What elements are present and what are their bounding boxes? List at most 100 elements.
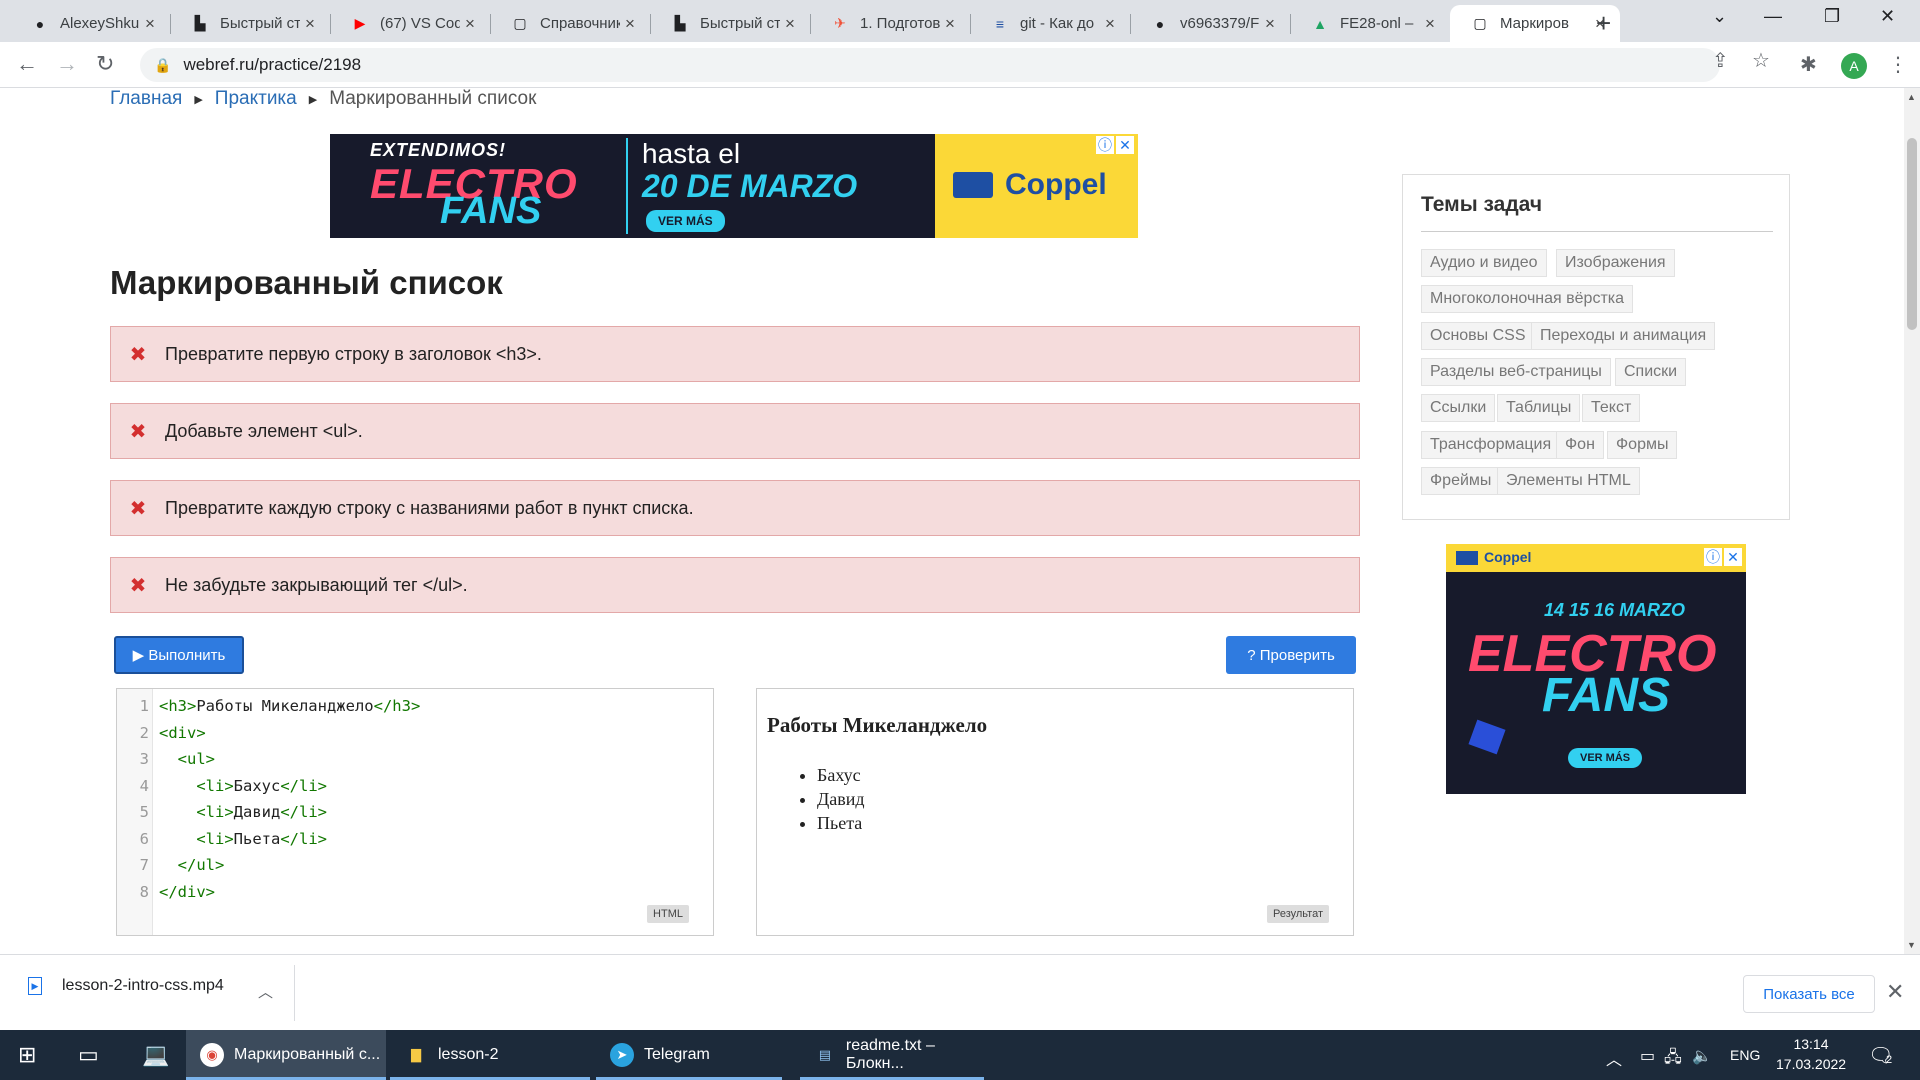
close-window-icon[interactable]: ✕ [1880,6,1895,27]
taskbar-app[interactable]: ▇ lesson-2 [390,1030,590,1080]
system-clock[interactable]: 13:14 17.03.2022 [1776,1034,1846,1074]
taskbar-app[interactable]: ◉ Маркированный с... [186,1030,386,1080]
lock-icon[interactable]: 🔒 [154,57,171,74]
download-item[interactable]: ▶ lesson-2-intro-css.mp4 [28,977,224,995]
scrollbar-thumb[interactable] [1907,138,1917,330]
run-button[interactable]: ▶ Выполнить [114,636,244,674]
code-line[interactable]: <h3>Работы Микеланджело</h3> [159,697,420,715]
topic-chip[interactable]: Фреймы [1421,466,1501,495]
back-icon[interactable]: ← [16,51,38,77]
browser-tab[interactable]: ▙ Быстрый старт× [170,5,330,42]
maximize-icon[interactable]: ❐ [1824,6,1840,27]
this-pc-icon[interactable]: 💻 [142,1042,169,1068]
ad-divider [626,138,628,234]
topic-chip[interactable]: Ссылки [1421,394,1496,423]
browser-tab[interactable]: ● AlexeyShkurko× [10,5,170,42]
share-icon[interactable]: ⇪ [1712,48,1729,73]
adchoices-icon[interactable]: ⓘ [1704,548,1722,566]
volume-icon[interactable]: 🔈 [1692,1046,1712,1066]
reload-icon[interactable]: ↻ [96,51,114,77]
adchoices-icon[interactable]: ⓘ [1096,136,1114,154]
tab-close-icon[interactable]: × [300,14,320,34]
tab-close-icon[interactable]: × [940,14,960,34]
page-scrollbar[interactable]: ▲ ▼ [1904,88,1920,954]
code-line[interactable]: <li>Пьета</li> [159,830,327,848]
browser-tab[interactable]: ▢ Маркиров × [1450,5,1620,42]
tab-close-icon[interactable]: × [1420,14,1440,34]
code-line[interactable]: <li>Бахус</li> [159,777,327,795]
extensions-icon[interactable]: ✱ [1800,52,1817,77]
breadcrumb-home-link[interactable]: Главная [110,88,182,110]
topic-chip[interactable]: Формы [1607,430,1678,459]
topic-chip[interactable]: Текст [1582,394,1641,423]
breadcrumb-practice-link[interactable]: Практика [215,88,297,110]
taskbar-app[interactable]: ▤ readme.txt – Блокн... [800,1030,984,1080]
topic-chip[interactable]: Элементы HTML [1497,466,1640,495]
editor-language-badge: HTML [647,905,689,923]
battery-icon[interactable]: ▭ [1640,1046,1655,1066]
ad-cta-button[interactable]: VER MÁS [646,210,725,232]
topic-chip[interactable]: Переходы и анимация [1531,321,1716,350]
browser-tab[interactable]: ▢ Справочник × [490,5,650,42]
show-all-downloads-button[interactable]: Показать все [1743,975,1875,1013]
ad-close-icon[interactable]: ✕ [1724,548,1742,566]
menu-kebab-icon[interactable]: ⋮ [1888,52,1908,77]
telegram-icon: ➤ [610,1043,634,1067]
tab-close-icon[interactable]: × [620,14,640,34]
task-view-icon[interactable]: ▭ [78,1042,99,1068]
topic-chip[interactable]: Таблицы [1497,394,1581,423]
code-editor[interactable]: 1 <h3>Работы Микеланджело</h3> 2 <div> 3 <ul… [116,688,714,936]
forward-icon[interactable]: → [56,51,78,77]
minimize-icon[interactable]: — [1764,6,1782,27]
tab-search-icon[interactable]: ⌄ [1712,6,1727,27]
code-line[interactable]: <li>Давид</li> [159,803,327,821]
chevron-up-icon[interactable]: ︿ [258,981,273,1002]
language-indicator[interactable]: ENG [1730,1047,1760,1063]
topic-chip[interactable]: Списки [1615,357,1687,386]
scroll-up-icon[interactable]: ▲ [1907,92,1916,102]
line-number: 6 [139,829,149,848]
code-line[interactable]: <ul> [159,750,215,768]
check-button[interactable]: ? Проверить [1226,636,1356,674]
tab-close-icon[interactable]: × [1260,14,1280,34]
side-banner-ad[interactable]: Coppel ⓘ ✕ 14 15 16 MARZO ELECTRO FANS V… [1446,544,1746,794]
bookmark-star-icon[interactable]: ☆ [1752,48,1770,73]
task-item: ✖ Превратите каждую строку с названиями р… [110,480,1360,536]
top-banner-ad[interactable]: EXTENDIMOS! ELECTRO FANS hasta el 20 DE … [330,134,1138,238]
webref-icon: ▙ [674,15,686,31]
windows-start-icon[interactable]: ⊞ [18,1042,36,1068]
code-line[interactable]: </ul> [159,856,225,874]
ad-close-icon[interactable]: ✕ [1116,136,1134,154]
tab-close-icon[interactable]: × [780,14,800,34]
browser-tab[interactable]: ✈ 1. Подготовка× [810,5,970,42]
network-icon[interactable]: 🖧 [1664,1046,1682,1073]
topic-chip[interactable]: Трансформация [1421,430,1561,459]
topic-chip[interactable]: Многоколоночная вёрстка [1421,285,1634,314]
tray-chevron-icon[interactable]: ︿ [1606,1046,1622,1070]
tab-close-icon[interactable]: × [140,14,160,34]
topic-chip[interactable]: Разделы веб-страницы [1421,357,1611,386]
browser-tab[interactable]: ▶ (67) VS Code× [330,5,490,42]
code-line[interactable]: <div> [159,724,206,742]
tab-close-icon[interactable]: × [460,14,480,34]
profile-avatar[interactable]: A [1841,53,1867,79]
browser-tab[interactable]: ≡ git - Как до × [970,5,1130,42]
taskbar-app[interactable]: ➤ Telegram [596,1030,782,1080]
browser-tab[interactable]: ● v6963379/F × [1130,5,1290,42]
browser-tab[interactable]: ▙ Быстрый старт× [650,5,810,42]
task-item: ✖ Превратите первую строку в заголовок <h… [110,326,1360,382]
topic-chip[interactable]: Аудио и видео [1421,249,1547,277]
topic-chip[interactable]: Изображения [1556,249,1675,277]
scroll-down-icon[interactable]: ▼ [1907,940,1916,950]
new-tab-button[interactable]: + [1596,8,1611,39]
address-bar[interactable]: 🔒 webref.ru/practice/2198 [140,48,1720,82]
fail-cross-icon: ✖ [129,343,147,366]
tab-close-icon[interactable]: × [1100,14,1120,34]
code-line[interactable]: </div> [159,883,215,901]
browser-tab[interactable]: ▲ FE28-onl – × [1290,5,1450,42]
close-download-bar-icon[interactable]: ✕ [1886,979,1904,1005]
topic-chip[interactable]: Основы CSS [1421,321,1535,350]
ad-cta-button[interactable]: VER MÁS [1568,748,1643,768]
line-number: 1 [139,697,149,715]
topic-chip[interactable]: Фон [1556,430,1604,459]
